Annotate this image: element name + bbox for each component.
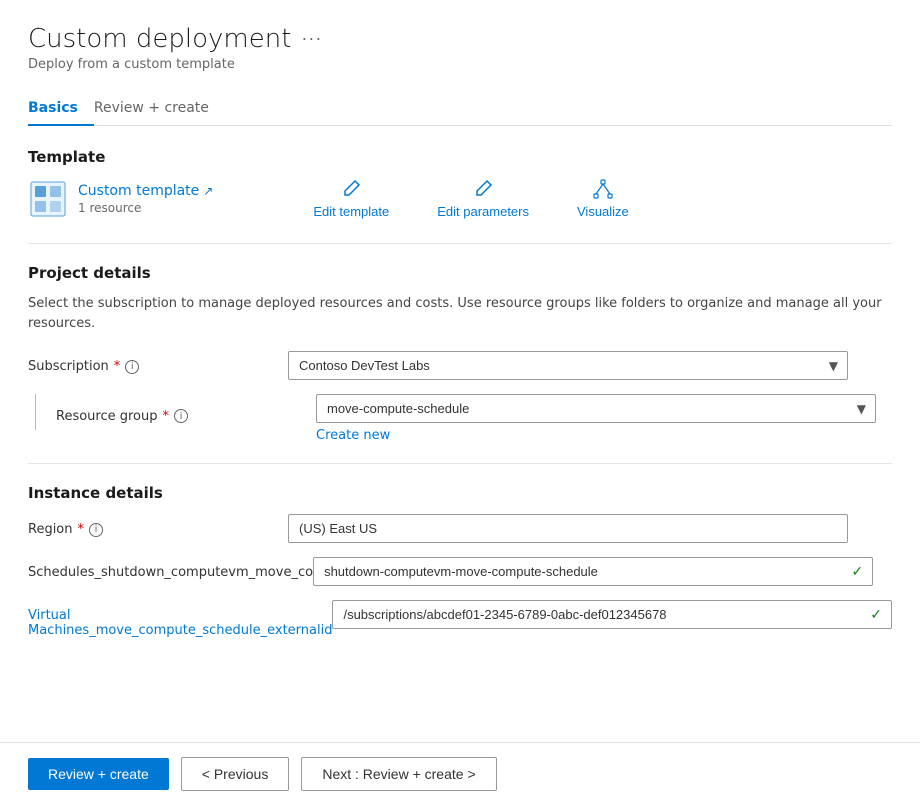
tab-basics[interactable]: Basics [28,92,94,126]
divider-2 [28,463,892,464]
region-input[interactable] [288,514,848,543]
resource-group-info-icon[interactable]: i [174,409,188,423]
region-control [288,514,848,543]
resource-group-label: Resource group * i [56,394,316,430]
edit-template-icon [340,178,362,200]
edit-parameters-button[interactable]: Edit parameters [437,178,529,219]
template-icon [28,179,68,219]
edit-template-button[interactable]: Edit template [313,178,389,219]
schedules-shutdown-row: Schedules_shutdown_computevm_move_co shu… [28,557,892,586]
subscription-required: * [114,359,121,374]
visualize-icon [592,178,614,200]
schedules-shutdown-control: shutdown-computevm-move-compute-schedule… [313,557,873,586]
project-section: Project details Select the subscription … [28,264,892,443]
schedules-shutdown-label: Schedules_shutdown_computevm_move_co [28,557,313,580]
schedules-shutdown-select[interactable]: shutdown-computevm-move-compute-schedule [313,557,873,586]
virtual-machines-select[interactable]: /subscriptions/abcdef01-2345-6789-0abc-d… [332,600,892,629]
page-title: Custom deployment [28,24,291,55]
resource-count: 1 resource [78,201,213,215]
virtual-machines-label: Virtual Machines_move_compute_schedule_e… [28,600,332,638]
subscription-select[interactable]: Contoso DevTest Labs [288,351,848,380]
resource-group-indent-line [35,394,36,430]
virtual-machines-control: /subscriptions/abcdef01-2345-6789-0abc-d… [332,600,892,629]
more-options-button[interactable]: ··· [301,28,322,49]
resource-group-control: move-compute-schedule ▼ Create new [316,394,876,443]
footer: Review + create < Previous Next : Review… [0,742,920,805]
tab-review-create[interactable]: Review + create [94,92,225,126]
visualize-button[interactable]: Visualize [577,178,629,219]
tabs-bar: Basics Review + create [28,92,892,126]
template-actions: Edit template Edit parameters [313,178,628,219]
region-info-icon[interactable]: i [89,523,103,537]
page-subtitle: Deploy from a custom template [28,57,291,72]
external-link-icon: ↗ [203,184,213,198]
project-section-title: Project details [28,264,892,282]
previous-button[interactable]: < Previous [181,757,290,791]
subscription-row: Subscription * i Contoso DevTest Labs ▼ [28,351,892,380]
next-button[interactable]: Next : Review + create > [301,757,496,791]
subscription-control: Contoso DevTest Labs ▼ [288,351,848,380]
resource-group-required: * [163,409,170,424]
review-create-button[interactable]: Review + create [28,758,169,790]
subscription-label: Subscription * i [28,351,288,374]
subscription-info-icon[interactable]: i [125,360,139,374]
resource-group-row: Resource group * i move-compute-schedule… [28,394,892,443]
resource-group-select[interactable]: move-compute-schedule [316,394,876,423]
template-section-title: Template [28,148,892,166]
region-required: * [78,522,85,537]
project-description: Select the subscription to manage deploy… [28,294,892,333]
virtual-machines-row: Virtual Machines_move_compute_schedule_e… [28,600,892,638]
region-row: Region * i [28,514,892,543]
create-new-link[interactable]: Create new [316,428,390,443]
instance-section: Instance details Region * i Schedules_sh… [28,484,892,638]
region-label: Region * i [28,514,288,537]
template-section: Template Cus [28,148,892,219]
template-name-link[interactable]: Custom template ↗ [78,183,213,199]
instance-section-title: Instance details [28,484,892,502]
edit-parameters-icon [472,178,494,200]
divider-1 [28,243,892,244]
